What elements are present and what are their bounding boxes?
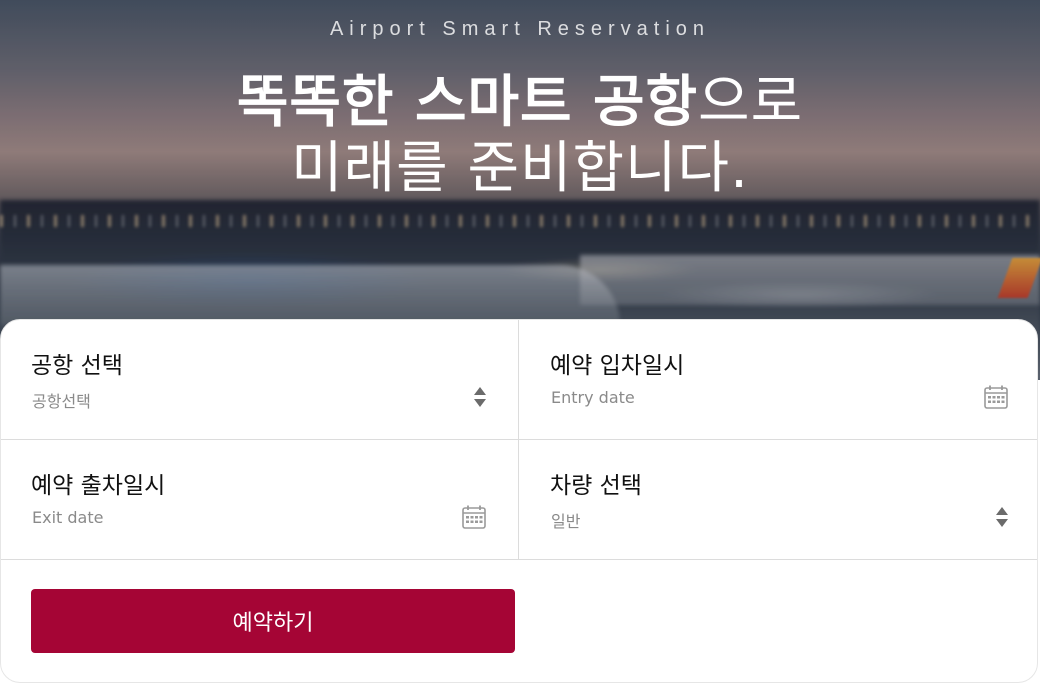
entry-date-label: 예약 입차일시 [550,353,685,379]
calendar-icon[interactable] [983,384,1009,410]
reserve-button[interactable]: 예약하기 [31,589,515,653]
headline-light: 으로 [698,70,804,135]
entry-date-field[interactable]: 예약 입차일시 Entry date [519,320,1037,440]
hero-headline: 똑똑한 스마트 공항으로 미래를 준비합니다. [0,70,1040,202]
calendar-icon[interactable] [461,504,487,530]
entry-date-input[interactable]: Entry date [551,388,635,407]
vehicle-select-value: 일반 [551,512,581,531]
exit-date-input[interactable]: Exit date [32,508,103,527]
sort-icon[interactable] [995,505,1009,529]
airport-select[interactable]: 공항 선택 공항선택 [1,320,519,440]
vehicle-select[interactable]: 차량 선택 일반 [519,440,1037,560]
headline-bold: 똑똑한 스마트 공항 [236,70,699,135]
airport-select-value: 공항선택 [32,392,91,411]
reservation-form: 공항 선택 공항선택 예약 입차일시 Entry date 예약 출차일시 Ex… [0,319,1038,683]
vehicle-select-label: 차량 선택 [550,473,642,499]
exit-date-field[interactable]: 예약 출차일시 Exit date [1,440,519,560]
exit-date-label: 예약 출차일시 [31,473,166,499]
sort-icon[interactable] [473,385,487,409]
airport-select-label: 공항 선택 [31,353,123,379]
hero-eyebrow: Airport Smart Reservation [329,18,711,40]
headline-line2: 미래를 준비합니다. [291,136,749,201]
